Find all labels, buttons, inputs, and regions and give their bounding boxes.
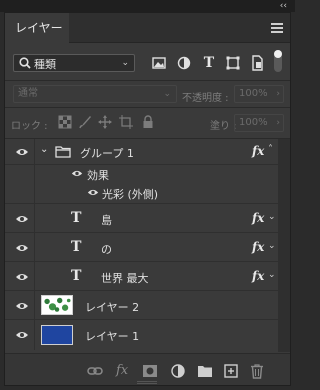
new-adjustment-layer-icon[interactable] <box>170 363 186 379</box>
effect-name: 光彩 (外側) <box>102 188 159 201</box>
layer-name: レイヤー 1 <box>85 330 140 343</box>
blend-mode-label: 通常 <box>18 88 38 99</box>
layer-row-pixel[interactable]: レイヤー 1 <box>5 320 290 350</box>
chevron-right-icon: › <box>276 89 280 99</box>
layer-row-text[interactable]: T 世界 最大 fx ⌄ <box>5 262 290 291</box>
layer-row-text[interactable]: T 島 fx ⌄ <box>5 204 290 233</box>
layer-name: 島 <box>101 214 112 227</box>
layer-thumbnail <box>41 325 73 345</box>
filter-toggle[interactable] <box>274 50 282 72</box>
filter-kind-dropdown[interactable]: 種類 ⌄ <box>13 54 135 72</box>
adjustment-filter-icon[interactable] <box>175 54 193 72</box>
layers-panel: レイヤー 種類 ⌄ T 通常 ⌄ 不透明度: 100% › ロック: 塗り … <box>4 12 291 386</box>
eye-icon[interactable] <box>15 243 29 253</box>
effects-header-row[interactable]: 効果 <box>5 165 290 183</box>
eye-icon[interactable] <box>71 169 83 178</box>
layer-thumbnail <box>41 295 73 315</box>
pixel-filter-icon[interactable] <box>150 54 168 72</box>
add-layer-style-icon[interactable]: fx <box>116 363 132 379</box>
lock-transparent-pixels-icon[interactable] <box>58 115 72 129</box>
opacity-value: 100% <box>239 88 268 99</box>
expand-chevron-icon[interactable]: ⌄ <box>40 144 48 155</box>
effect-row-outer-glow[interactable]: 光彩 (外側) <box>5 183 290 204</box>
eye-icon[interactable] <box>15 147 29 157</box>
fill-value: 100% <box>239 117 268 128</box>
layers-list: ⌄ グループ 1 fx ˄ 効果 光彩 (外側) T 島 fx ⌄ T の fx… <box>5 139 290 352</box>
visibility-cell <box>5 291 35 319</box>
visibility-cell <box>5 165 35 183</box>
lock-position-icon[interactable] <box>98 115 112 129</box>
opacity-field[interactable]: 100% › <box>234 85 284 103</box>
chevron-down-icon[interactable]: ⌄ <box>268 241 276 251</box>
type-filter-icon[interactable]: T <box>200 54 218 72</box>
lock-artboard-icon[interactable] <box>119 115 133 129</box>
link-layers-icon[interactable] <box>87 363 103 379</box>
new-group-icon[interactable] <box>197 363 213 379</box>
layer-row-pixel[interactable]: レイヤー 2 <box>5 291 290 320</box>
eye-icon[interactable] <box>15 330 29 340</box>
layer-name: の <box>101 243 112 256</box>
layer-name: グループ 1 <box>80 147 134 160</box>
fill-field[interactable]: 100% › <box>234 114 284 132</box>
effects-label: 効果 <box>87 169 109 182</box>
shape-filter-icon[interactable] <box>224 54 242 72</box>
scrollbar[interactable] <box>278 139 290 352</box>
visibility-cell <box>5 204 35 232</box>
text-layer-icon: T <box>71 268 82 284</box>
panel-menu-icon[interactable] <box>271 23 283 33</box>
visibility-cell <box>5 233 35 261</box>
layer-name: 世界 最大 <box>101 272 149 285</box>
fx-icon[interactable]: fx <box>252 211 264 225</box>
layer-name: レイヤー 2 <box>85 301 140 314</box>
resize-grip[interactable] <box>137 381 157 384</box>
collapse-panel-icon[interactable]: ‹‹ <box>280 0 287 12</box>
add-mask-icon[interactable] <box>142 363 158 379</box>
eye-icon[interactable] <box>15 214 29 224</box>
opacity-label: 不透明度 : <box>182 93 229 104</box>
visibility-cell <box>5 183 35 203</box>
new-layer-icon[interactable] <box>223 363 239 379</box>
blend-mode-dropdown[interactable]: 通常 ⌄ <box>13 85 177 103</box>
chevron-down-icon[interactable]: ⌄ <box>268 212 276 222</box>
tab-bar: レイヤー <box>5 13 290 43</box>
delete-layer-icon[interactable] <box>249 363 265 379</box>
panel-top-strip: ‹‹ <box>0 0 295 12</box>
tab-layers[interactable]: レイヤー <box>5 13 69 43</box>
chevron-up-icon[interactable]: ˄ <box>268 144 273 155</box>
layer-row-text[interactable]: T の fx ⌄ <box>5 233 290 262</box>
fill-label: 塗り : <box>210 121 237 132</box>
lock-label: ロック : <box>11 121 48 132</box>
chevron-down-icon: ⌄ <box>121 58 129 68</box>
lock-row: ロック : 塗り : 100% › <box>5 108 290 138</box>
text-layer-icon: T <box>71 210 82 226</box>
filter-kind-label: 種類 <box>34 58 56 71</box>
filter-row: 種類 ⌄ T <box>5 44 290 80</box>
eye-icon[interactable] <box>87 188 99 197</box>
visibility-cell <box>5 320 35 350</box>
visibility-cell <box>5 262 35 290</box>
fx-icon[interactable]: fx <box>252 269 264 283</box>
search-icon <box>19 57 31 69</box>
eye-icon[interactable] <box>15 272 29 282</box>
chevron-down-icon[interactable]: ⌄ <box>268 270 276 280</box>
smart-object-filter-icon[interactable] <box>248 54 266 72</box>
fx-icon[interactable]: fx <box>252 240 264 254</box>
layers-footer-toolbar: fx <box>5 353 290 385</box>
visibility-cell <box>5 139 35 164</box>
blend-row: 通常 ⌄ 不透明度 : 100% › <box>5 81 290 107</box>
lock-all-icon[interactable] <box>141 115 155 129</box>
layer-row-group[interactable]: ⌄ グループ 1 fx ˄ <box>5 139 290 165</box>
text-layer-icon: T <box>71 239 82 255</box>
eye-icon[interactable] <box>15 301 29 311</box>
folder-icon <box>55 146 71 158</box>
chevron-down-icon: ⌄ <box>163 89 171 99</box>
fx-icon[interactable]: fx <box>252 144 264 158</box>
chevron-right-icon: › <box>276 118 280 128</box>
lock-image-pixels-icon[interactable] <box>78 115 92 129</box>
